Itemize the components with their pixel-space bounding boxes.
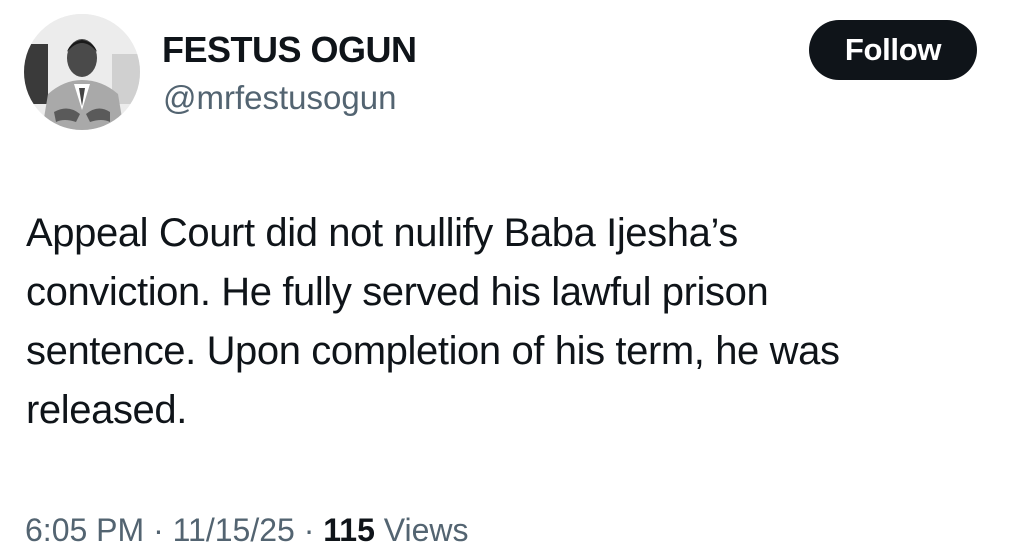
tweet-card: FESTUS OGUN @mrfestusogun Follow Appeal … [0, 0, 1024, 558]
tweet-time[interactable]: 6:05 PM [25, 512, 144, 548]
follow-button[interactable]: Follow [809, 20, 977, 80]
views-count[interactable]: 115 [323, 512, 375, 548]
tweet-text: Appeal Court did not nullify Baba Ijesha… [26, 211, 840, 432]
avatar[interactable] [24, 14, 140, 130]
tweet-date[interactable]: 11/15/25 [173, 512, 295, 548]
meta-separator: · [294, 512, 324, 548]
views-label[interactable]: Views [375, 512, 469, 548]
profile-photo-icon [24, 14, 140, 130]
tweet-meta: 6:05 PM · 11/15/25 · 115 Views [25, 508, 469, 552]
meta-separator: · [144, 512, 173, 548]
author-handle[interactable]: @mrfestusogun [163, 78, 396, 118]
author-name[interactable]: FESTUS OGUN [162, 28, 417, 72]
